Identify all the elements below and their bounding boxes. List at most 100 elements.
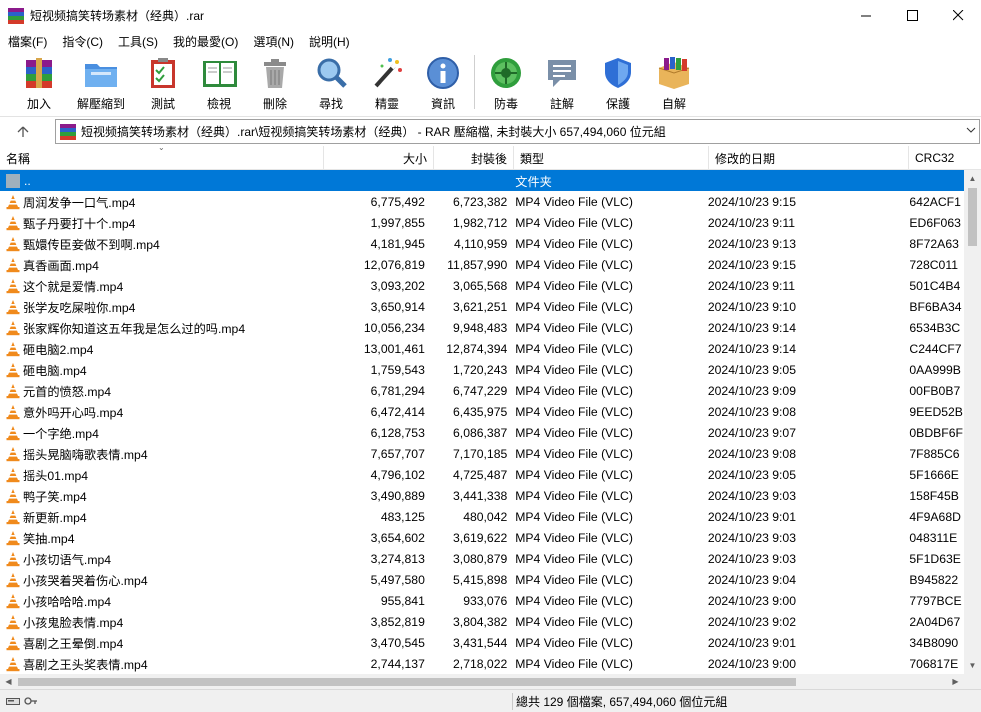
column-modified[interactable]: 修改的日期 [709,146,909,170]
protect-label: 保護 [605,97,630,111]
vlc-cone-icon [6,257,20,272]
vlc-cone-icon [6,551,20,566]
vertical-scrollbar[interactable]: ▲ ▼ [964,170,981,674]
file-name: 笑抽.mp4 [23,531,75,546]
find-button[interactable]: 尋找 [303,51,359,115]
file-name: 小孩哭着哭着伤心.mp4 [23,573,148,588]
file-modified-date: 2024/10/23 9:14 [707,341,796,356]
file-size: 10,056,234 [363,320,425,335]
scroll-up-button[interactable]: ▲ [964,170,981,187]
vertical-scroll-thumb[interactable] [968,188,977,246]
menu-commands[interactable]: 指令(C) [54,33,110,50]
file-row[interactable]: 意外吗开心吗.mp4 6,472,414 6,435,975 MP4 Video Fi… [0,401,964,422]
file-row[interactable]: 摇头晃脑嗨歌表情.mp4 7,657,707 7,170,185 MP4 Video … [0,443,964,464]
column-header: ⌄ 名稱 大小 封裝後 類型 修改的日期 CRC32 [0,146,981,170]
column-packed[interactable]: 封裝後 [434,146,514,170]
column-modified-label: 修改的日期 [715,151,776,166]
add-button[interactable]: 加入 [11,51,67,115]
file-row[interactable]: 喜剧之王头奖表情.mp4 2,744,137 2,718,022 MP4 Video … [0,653,964,674]
file-row[interactable]: 小孩哭着哭着伤心.mp4 5,497,580 5,415,898 MP4 Video … [0,569,964,590]
scroll-right-button[interactable]: ▶ [947,674,964,689]
menu-options[interactable]: 選項(N) [245,33,301,50]
maximize-button[interactable] [889,0,935,31]
file-packed-size: 1,720,243 [453,362,508,377]
file-size: 12,076,819 [363,257,425,272]
file-row[interactable]: 小孩鬼脸表情.mp4 3,852,819 3,804,382 MP4 Video Fi… [0,611,964,632]
file-row[interactable]: 甄嬛传臣妾做不到啊.mp4 4,181,945 4,110,959 MP4 Video… [0,233,964,254]
file-crc: 4F9A68D [909,509,961,524]
protect-button[interactable]: 保護 [590,51,646,115]
file-row[interactable]: 一个字绝.mp4 6,128,753 6,086,387 MP4 Video File… [0,422,964,443]
scroll-down-button[interactable]: ▼ [964,657,981,674]
file-row[interactable]: 真香画面.mp4 12,076,819 11,857,990 MP4 Video Fi… [0,254,964,275]
file-row[interactable]: 小孩哈哈哈.mp4 955,841 933,076 MP4 Video File (V… [0,590,964,611]
file-row[interactable]: 喜剧之王晕倒.mp4 3,470,545 3,431,544 MP4 Video Fi… [0,632,964,653]
file-name-cell: 新更新.mp4 [0,506,322,527]
file-crc: 0AA999B [909,362,961,377]
test-button[interactable]: 測試 [135,51,191,115]
column-type[interactable]: 類型 [514,146,709,170]
file-name-cell: 张家辉你知道这五年我是怎么过的吗.mp4 [0,317,322,338]
file-type: MP4 Video File (VLC) [515,341,633,356]
file-row[interactable]: 砸电脑.mp4 1,759,543 1,720,243 MP4 Video File … [0,359,964,380]
menu-help[interactable]: 說明(H) [301,33,357,50]
file-crc: 00FB0B7 [909,383,961,398]
column-size[interactable]: 大小 [324,146,434,170]
file-row[interactable]: 这个就是爱情.mp4 3,093,202 3,065,568 MP4 Video Fi… [0,275,964,296]
menu-file[interactable]: 檔案(F) [0,33,54,50]
close-button[interactable] [935,0,981,31]
address-dropdown-button[interactable] [966,123,976,137]
file-row[interactable]: 笑抽.mp4 3,654,602 3,619,622 MP4 Video File (… [0,527,964,548]
file-row[interactable]: 砸电脑2.mp4 13,001,461 12,874,394 MP4 Video Fi… [0,338,964,359]
column-name[interactable]: ⌄ 名稱 [0,146,324,170]
info-button[interactable]: 資訊 [415,51,471,115]
file-name: 喜剧之王头奖表情.mp4 [23,657,148,672]
comment-button[interactable]: 註解 [534,51,590,115]
extract-to-button[interactable]: 解壓縮到 [67,51,135,115]
file-packed-size: 11,857,990 [447,257,508,272]
sfx-label: 自解 [661,97,686,111]
virus-scan-icon [488,55,524,91]
minimize-button[interactable] [843,0,889,31]
file-row[interactable]: 摇头01.mp4 4,796,102 4,725,487 MP4 Video File… [0,464,964,485]
file-crc: ED6F063 [909,215,961,230]
menu-favorites[interactable]: 我的最愛(O) [165,33,245,50]
file-row[interactable]: 新更新.mp4 483,125 480,042 MP4 Video File (VLC… [0,506,964,527]
sfx-button[interactable]: 自解 [646,51,702,115]
file-row[interactable]: 张家辉你知道这五年我是怎么过的吗.mp4 10,056,234 9,948,483 M… [0,317,964,338]
file-name-cell: 一个字绝.mp4 [0,422,322,443]
file-crc: 8F72A63 [909,236,959,251]
address-path-field[interactable]: 短视频搞笑转场素材（经典）.rar\短视频搞笑转场素材（经典） - RAR 壓縮… [55,119,980,144]
horizontal-scrollbar[interactable]: ◀ ▶ [0,674,964,689]
find-label: 尋找 [318,97,343,111]
delete-label: 刪除 [262,97,287,111]
key-icon[interactable] [24,696,38,706]
sort-caret-icon: ⌄ [158,146,165,152]
trash-icon [257,55,293,91]
wizard-button[interactable]: 精靈 [359,51,415,115]
winrar-app-icon[interactable] [8,7,24,24]
vlc-cone-icon [6,362,20,377]
horizontal-scroll-thumb[interactable] [18,678,796,686]
file-row[interactable]: 张学友吃屎啦你.mp4 3,650,914 3,621,251 MP4 Video F… [0,296,964,317]
virus-scan-button[interactable]: 防毒 [478,51,534,115]
test-clipboard-icon [145,55,181,91]
file-modified-date: 2024/10/23 9:08 [707,446,796,461]
file-size: 5,497,580 [370,572,425,587]
file-row[interactable]: 鸭子笑.mp4 3,490,889 3,441,338 MP4 Video File … [0,485,964,506]
menu-tools[interactable]: 工具(S) [110,33,165,50]
title-bar: 短视频搞笑转场素材（经典）.rar [0,0,981,31]
file-row[interactable]: 元首的愤怒.mp4 6,781,294 6,747,229 MP4 Video Fil… [0,380,964,401]
file-row[interactable]: 周润发争一口气.mp4 6,775,492 6,723,382 MP4 Video F… [0,191,964,212]
file-modified-date: 2024/10/23 9:07 [707,425,796,440]
parent-folder-row[interactable]: .. 文件夹 [0,170,964,191]
view-button[interactable]: 檢視 [191,51,247,115]
up-folder-button[interactable] [0,118,46,145]
column-crc[interactable]: CRC32 [909,146,981,170]
scroll-left-button[interactable]: ◀ [0,674,17,689]
file-name: 喜剧之王晕倒.mp4 [23,636,124,651]
vlc-cone-icon [6,383,20,398]
file-row[interactable]: 甄子丹要打十个.mp4 1,997,855 1,982,712 MP4 Video F… [0,212,964,233]
delete-button[interactable]: 刪除 [247,51,303,115]
file-row[interactable]: 小孩切语气.mp4 3,274,813 3,080,879 MP4 Video Fil… [0,548,964,569]
